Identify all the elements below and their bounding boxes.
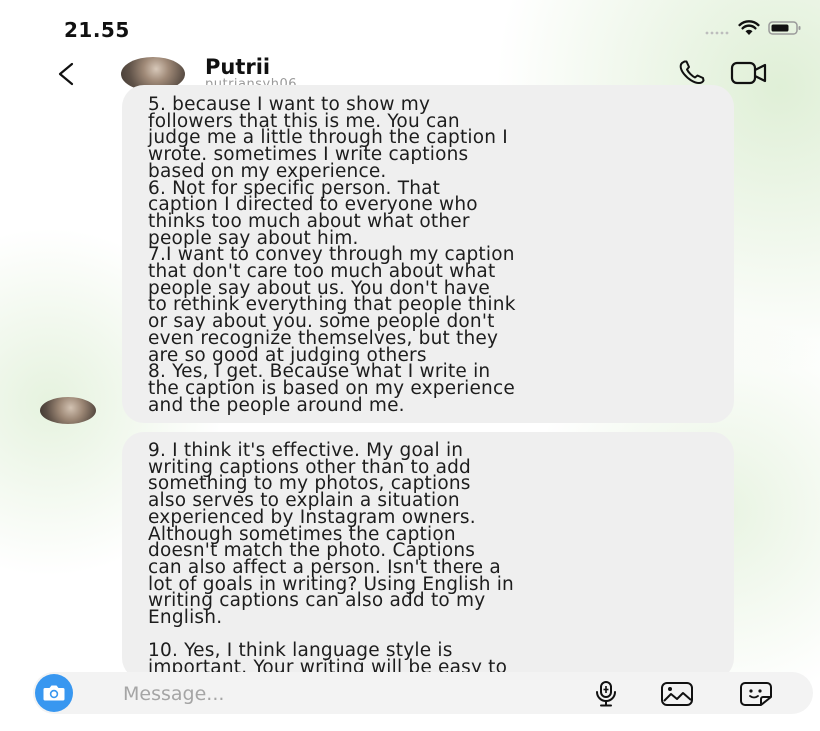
wifi-icon	[738, 20, 760, 40]
cellular-signal-icon	[704, 21, 730, 40]
message-bubble[interactable]: 9. I think it's effective. My goal in wr…	[122, 432, 734, 680]
status-time: 21.55	[64, 18, 130, 42]
message-input[interactable]	[121, 680, 565, 708]
microphone-icon	[596, 681, 616, 707]
sender-avatar[interactable]	[40, 397, 96, 424]
voice-message-button[interactable]	[593, 680, 619, 712]
message-composer	[33, 672, 813, 714]
gallery-button[interactable]	[660, 681, 694, 711]
video-camera-icon	[730, 61, 767, 85]
camera-icon	[43, 685, 65, 701]
chevron-left-icon	[58, 62, 74, 86]
sticker-icon	[740, 682, 772, 706]
video-call-button[interactable]	[730, 60, 768, 90]
message-bubble[interactable]: 5. because I want to show my followers t…	[122, 85, 734, 423]
message-text: 5. because I want to show my followers t…	[148, 94, 516, 416]
image-icon	[661, 682, 693, 706]
phone-icon	[679, 60, 705, 84]
contact-name[interactable]: Putrii	[205, 55, 270, 79]
status-icons	[704, 20, 802, 40]
message-text: 9. I think it's effective. My goal in wr…	[148, 440, 514, 679]
back-button[interactable]	[52, 56, 80, 92]
status-bar: 21.55	[0, 0, 820, 44]
camera-button[interactable]	[35, 674, 73, 712]
sticker-button[interactable]	[739, 681, 773, 711]
battery-icon	[768, 20, 802, 40]
